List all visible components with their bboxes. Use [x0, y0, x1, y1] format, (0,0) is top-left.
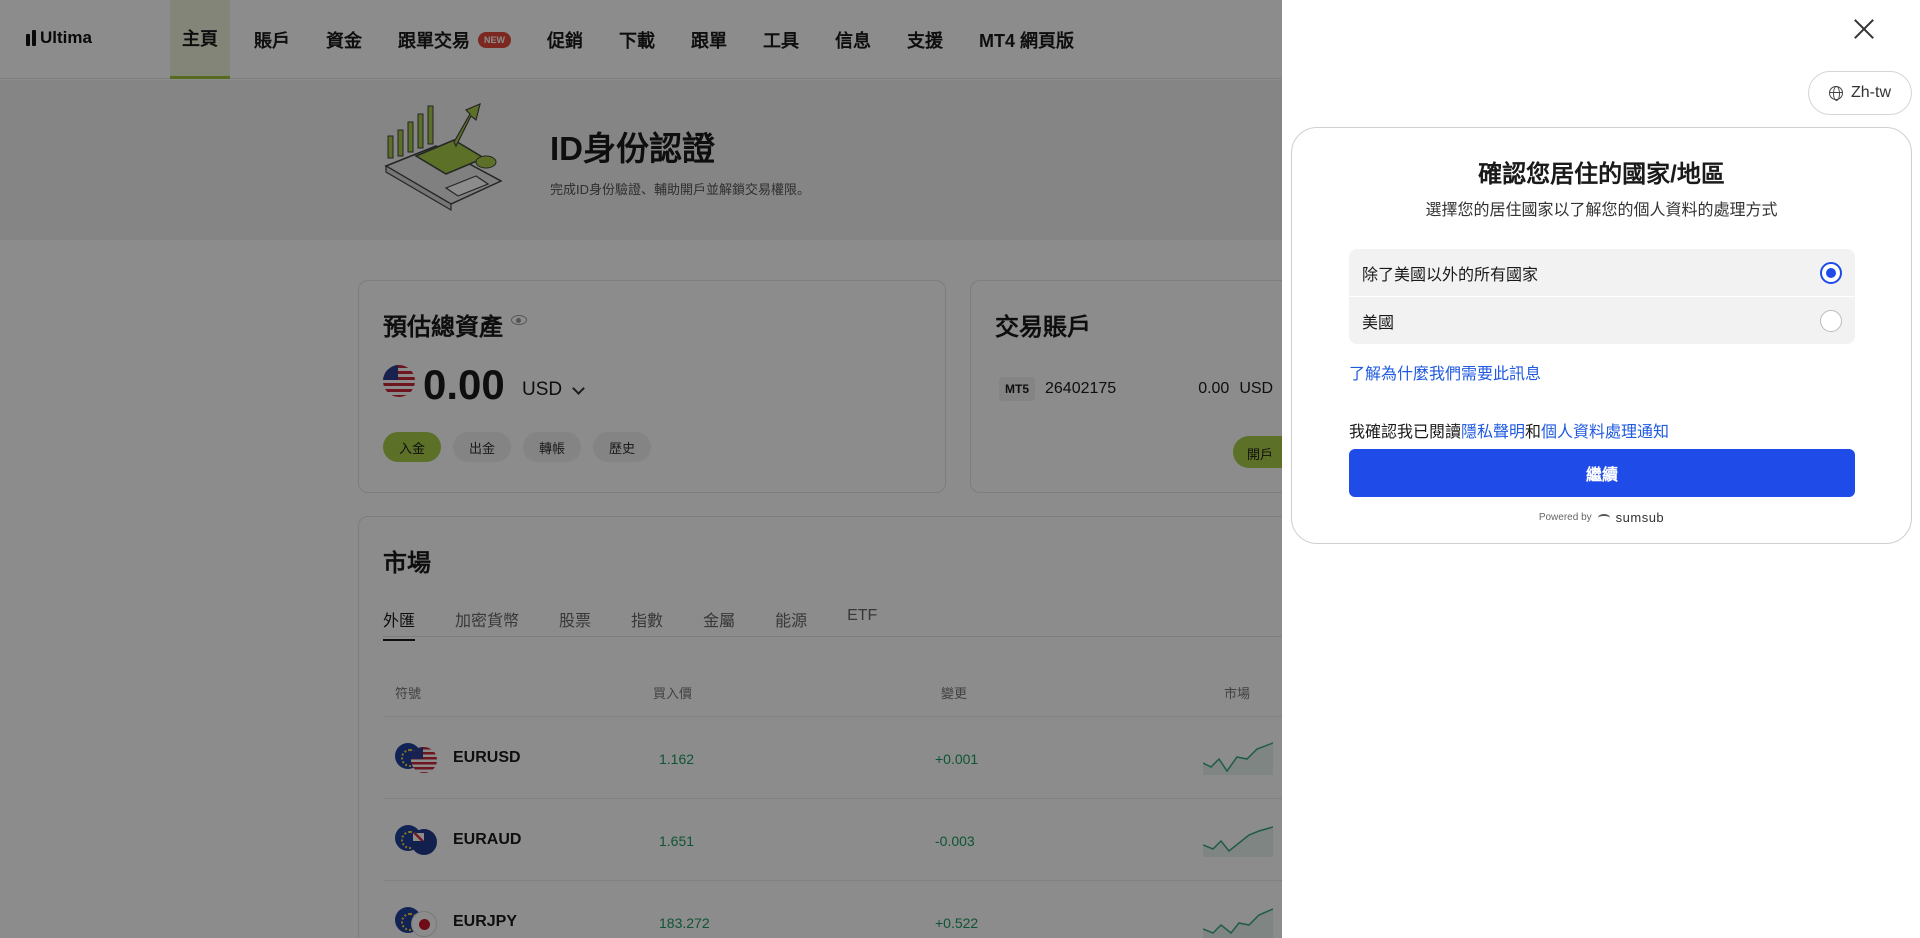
close-icon[interactable]: [1852, 16, 1876, 40]
radio-unselected-icon[interactable]: [1820, 310, 1842, 332]
country-option-us[interactable]: 美國: [1349, 297, 1855, 344]
continue-button[interactable]: 繼續: [1349, 449, 1855, 497]
consent-prefix: 我確認我已閱讀: [1349, 424, 1462, 441]
globe-icon: [1829, 86, 1843, 101]
powered-by-text: Powered by: [1538, 512, 1592, 523]
panel-title: 確認您居住的國家/地區: [1478, 161, 1725, 188]
consent-and: 和: [1525, 424, 1542, 441]
modal-backdrop[interactable]: [0, 0, 1282, 938]
data-processing-notice-link[interactable]: 個人資料處理通知: [1541, 424, 1669, 441]
powered-by-footer: Powered by sumsub: [1292, 510, 1911, 525]
sumsub-logo-icon: [1597, 513, 1610, 522]
panel-subtitle: 選擇您的居住國家以了解您的個人資料的處理方式: [1425, 202, 1778, 219]
sumsub-brand: sumsub: [1615, 510, 1665, 525]
language-label: Zh-tw: [1851, 84, 1891, 101]
why-we-need-info-link[interactable]: 了解為什麼我們需要此訊息: [1349, 360, 1541, 384]
radio-selected-icon[interactable]: [1820, 262, 1842, 284]
privacy-notice-link[interactable]: 隱私聲明: [1461, 424, 1525, 441]
option-label: 美國: [1362, 314, 1395, 332]
consent-text: 我確認我已閱讀隱私聲明和個人資料處理通知: [1349, 418, 1669, 442]
country-confirmation-panel: 確認您居住的國家/地區 選擇您的居住國家以了解您的個人資料的處理方式 除了美國以…: [1291, 127, 1912, 544]
language-selector[interactable]: Zh-tw: [1808, 71, 1912, 115]
country-option-all-except-us[interactable]: 除了美國以外的所有國家: [1349, 249, 1855, 296]
option-label: 除了美國以外的所有國家: [1362, 266, 1539, 284]
